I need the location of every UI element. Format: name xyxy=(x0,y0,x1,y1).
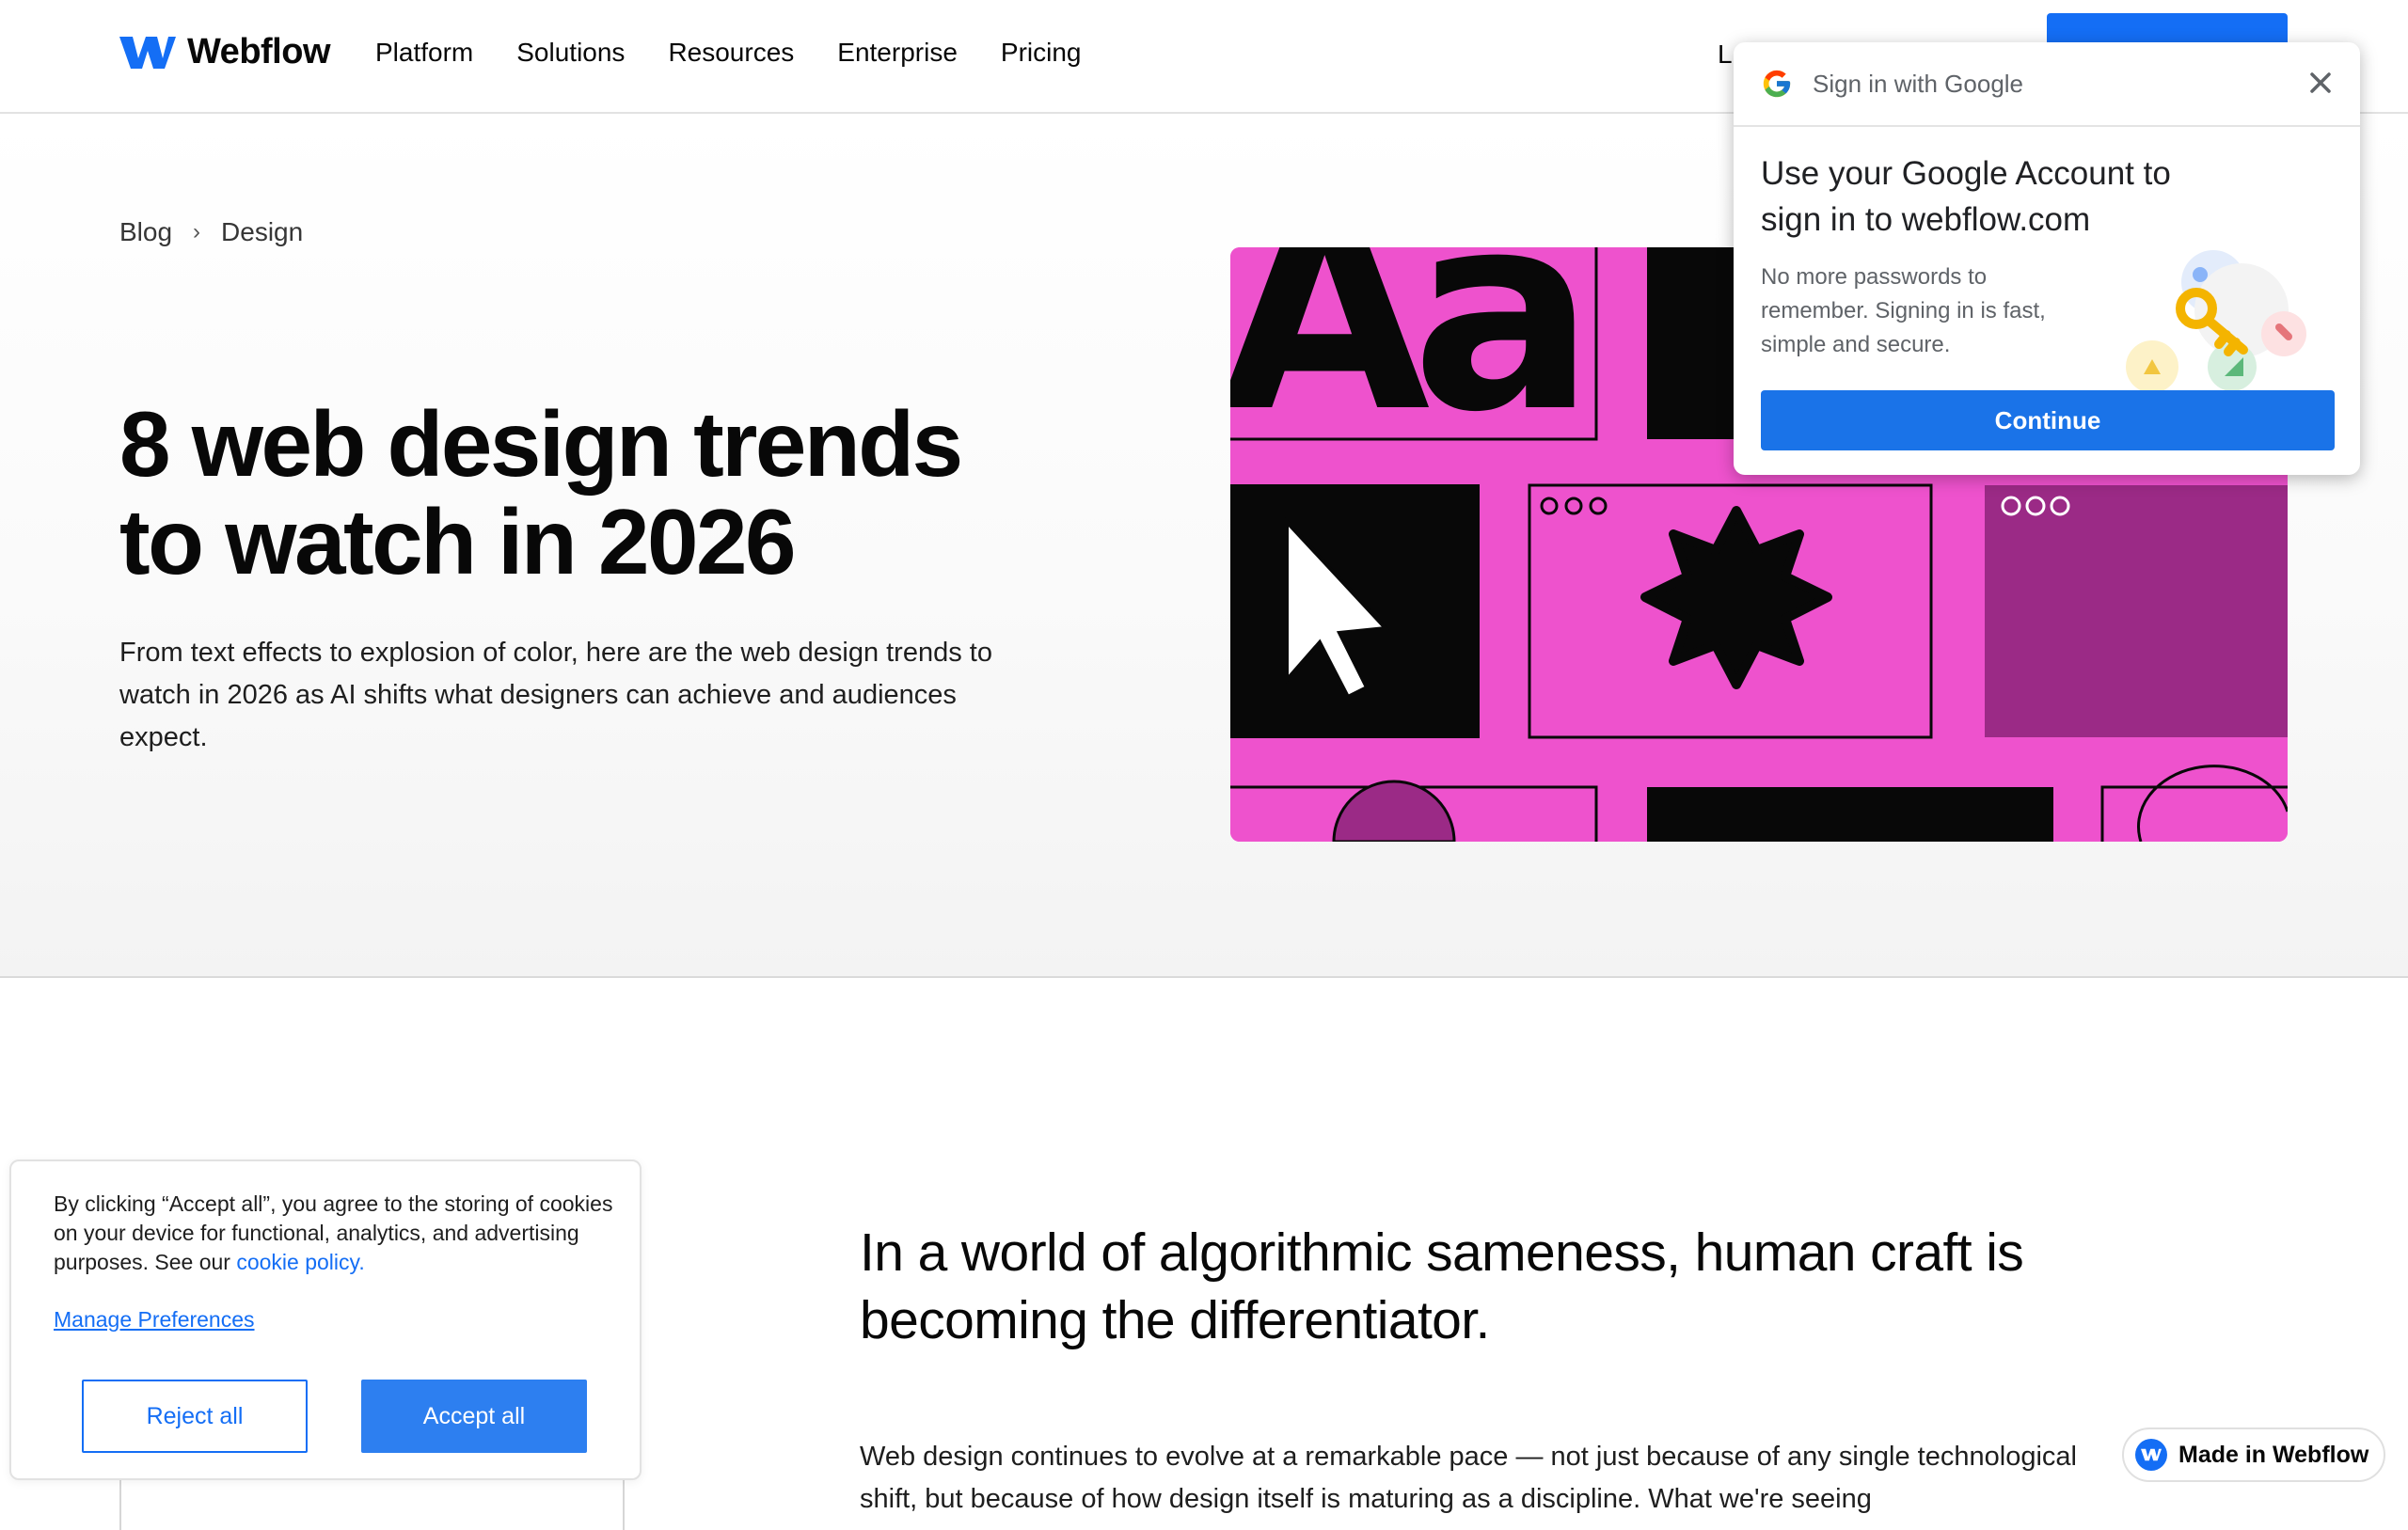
breadcrumb-design[interactable]: Design xyxy=(221,217,303,247)
google-continue-button[interactable]: Continue xyxy=(1761,390,2335,450)
breadcrumb-separator: › xyxy=(193,219,201,244)
cookie-banner: By clicking “Accept all”, you agree to t… xyxy=(9,1159,642,1480)
google-popup-header: Sign in with Google xyxy=(1734,42,2360,127)
breadcrumb: Blog › Design xyxy=(119,217,303,247)
made-in-webflow-label: Made in Webflow xyxy=(2178,1441,2369,1468)
nav-link-enterprise[interactable]: Enterprise xyxy=(837,38,958,68)
google-popup-description: No more passwords to remember. Signing i… xyxy=(1761,264,2046,357)
page-title: 8 web design trends to watch in 2026 xyxy=(119,392,963,593)
nav-link-login-partial[interactable]: L xyxy=(1718,39,1733,70)
nav-cta-button[interactable] xyxy=(2047,13,2288,45)
made-in-webflow-badge[interactable]: Made in Webflow xyxy=(2122,1427,2385,1482)
webflow-badge-icon xyxy=(2135,1439,2167,1471)
hero-intro: From text effects to explosion of color,… xyxy=(119,638,992,752)
article-lede: In a world of algorithmic sameness, huma… xyxy=(860,1222,2024,1350)
accept-all-button[interactable]: Accept all xyxy=(361,1380,587,1453)
webflow-logo-icon xyxy=(119,36,176,69)
main-nav-links: Platform Solutions Resources Enterprise … xyxy=(375,38,1125,68)
article-body: Web design continues to evolve at a rema… xyxy=(860,1442,2077,1514)
google-g-icon xyxy=(1763,70,1791,98)
hero-art-text: Aa xyxy=(1230,247,1577,472)
nav-link-solutions[interactable]: Solutions xyxy=(516,38,625,68)
google-popup-title: Sign in with Google xyxy=(1813,70,2024,98)
manage-preferences-link[interactable]: Manage Preferences xyxy=(54,1307,255,1333)
nav-link-pricing[interactable]: Pricing xyxy=(1001,38,1082,68)
nav-link-resources[interactable]: Resources xyxy=(668,38,794,68)
nav-link-platform[interactable]: Platform xyxy=(375,38,473,68)
reject-all-button[interactable]: Reject all xyxy=(82,1380,308,1453)
cookie-text: By clicking “Accept all”, you agree to t… xyxy=(54,1190,618,1277)
breadcrumb-blog[interactable]: Blog xyxy=(119,217,172,247)
google-signin-popup: Sign in with Google Use your Google Acco… xyxy=(1734,42,2360,475)
sidebar-card-partial xyxy=(119,1472,625,1530)
webflow-logo[interactable]: Webflow xyxy=(119,32,331,72)
close-icon[interactable] xyxy=(2304,66,2337,100)
brand-name: Webflow xyxy=(187,32,331,71)
webflow-mark-icon xyxy=(2141,1448,2162,1461)
cookie-policy-link[interactable]: cookie policy. xyxy=(236,1250,364,1274)
passkey-illustration xyxy=(2126,250,2306,393)
